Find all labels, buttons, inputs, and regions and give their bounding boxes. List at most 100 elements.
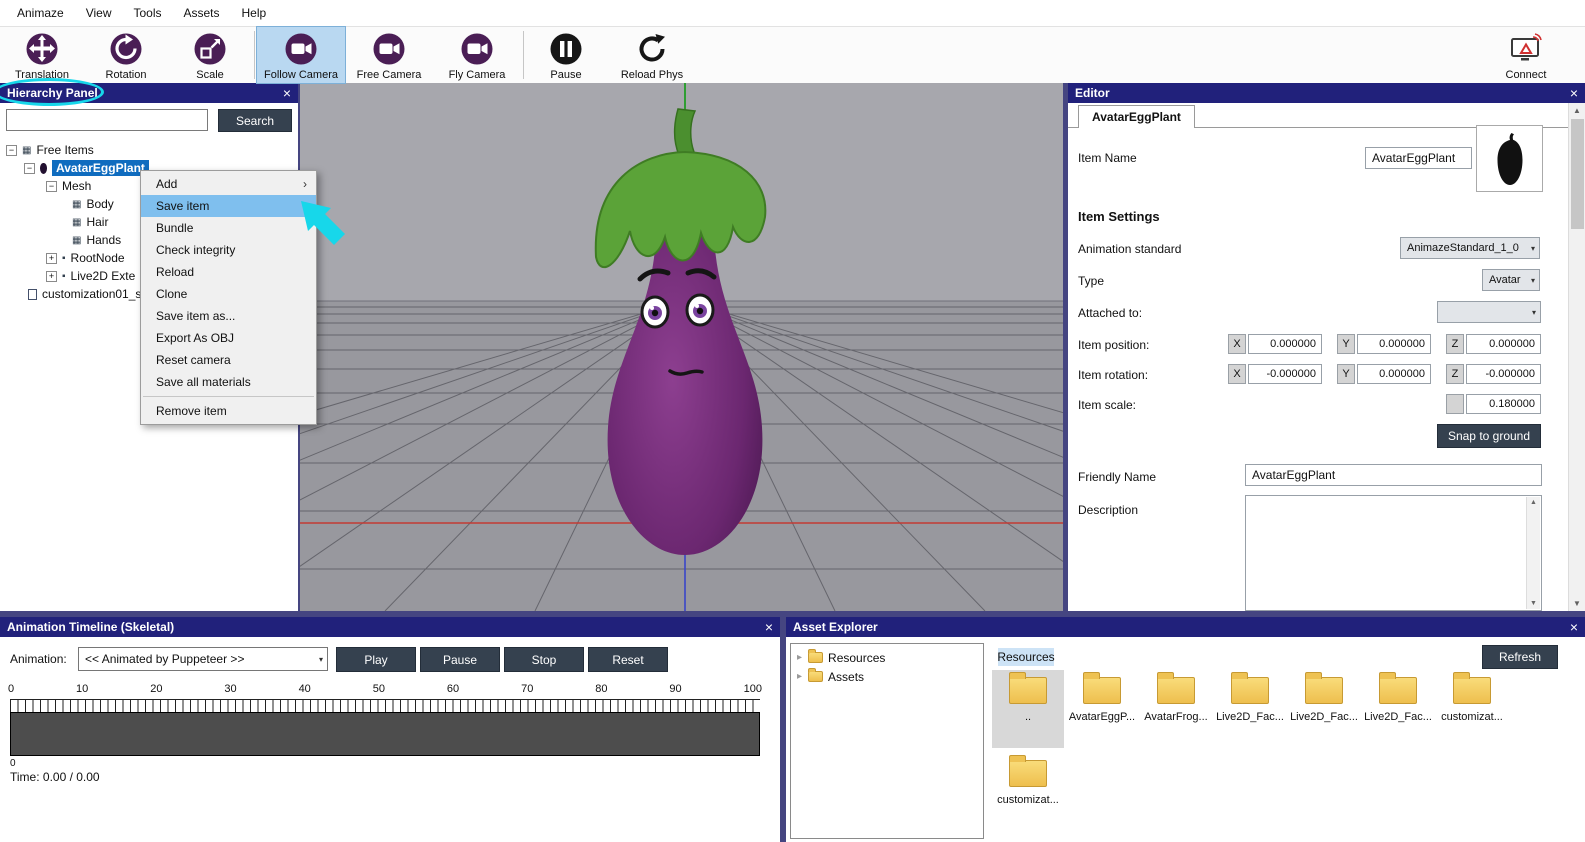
pause-tool[interactable]: Pause [526, 27, 606, 83]
position-z-field[interactable]: 0.000000 [1466, 334, 1541, 354]
collapse-icon[interactable]: − [46, 180, 57, 192]
close-icon[interactable]: × [1570, 86, 1578, 100]
animation-standard-label: Animation standard [1078, 242, 1182, 256]
asset-tree-item-resources[interactable]: ▸ Resources [791, 648, 983, 667]
context-menu-item-export-as-obj[interactable]: Export As OBJ [141, 327, 316, 349]
resources-breadcrumb[interactable]: Resources [997, 648, 1055, 666]
tool-label: Scale [196, 68, 224, 81]
tab-avatar-eggplant[interactable]: AvatarEggPlant [1078, 105, 1195, 128]
pause-button[interactable]: Pause [420, 647, 500, 672]
tree-item-label: Hair [86, 215, 109, 229]
rotation-y-field[interactable]: 0.000000 [1357, 364, 1431, 384]
tool-label: Pause [550, 68, 582, 81]
search-button[interactable]: Search [218, 109, 292, 132]
context-menu-separator [143, 396, 314, 397]
reload-phys-icon [634, 30, 670, 68]
context-menu-item-save-all-materials[interactable]: Save all materials [141, 371, 316, 393]
viewport-3d[interactable] [300, 83, 1063, 611]
rotation-z-field[interactable]: -0.000000 [1466, 364, 1541, 384]
expand-icon[interactable]: + [46, 252, 57, 264]
close-icon[interactable]: × [283, 86, 291, 100]
context-menu-item-save-item[interactable]: Save item [141, 195, 316, 217]
menu-assets[interactable]: Assets [173, 0, 231, 26]
description-field[interactable]: ▲ ▼ [1245, 495, 1542, 611]
menubar: Animaze View Tools Assets Help [0, 0, 1585, 27]
mesh-icon: ▦ [72, 216, 82, 228]
context-menu-item-remove-item[interactable]: Remove item [141, 400, 316, 422]
folder-item-customization-1[interactable]: customizat... [1436, 670, 1508, 748]
menu-animaze[interactable]: Animaze [6, 0, 75, 26]
expand-icon[interactable]: + [46, 270, 57, 282]
type-dropdown[interactable]: Avatar ▾ [1482, 269, 1540, 291]
attached-to-dropdown[interactable]: ▾ [1437, 301, 1541, 323]
collapse-icon[interactable]: − [24, 162, 35, 174]
refresh-button[interactable]: Refresh [1482, 645, 1558, 669]
context-menu-item-reload[interactable]: Reload [141, 261, 316, 283]
position-x-field[interactable]: 0.000000 [1248, 334, 1322, 354]
scroll-down-icon[interactable]: ▼ [1530, 600, 1537, 607]
context-menu-item-reset-camera[interactable]: Reset camera [141, 349, 316, 371]
close-icon[interactable]: × [765, 620, 773, 634]
context-menu-item-bundle[interactable]: Bundle [141, 217, 316, 239]
free-camera-tool[interactable]: Free Camera [345, 27, 433, 83]
collapse-icon[interactable]: − [6, 144, 17, 156]
reload-phys-tool[interactable]: Reload Phys [606, 27, 698, 83]
folder-item-avatarfrog[interactable]: AvatarFrog... [1140, 670, 1212, 748]
folder-label: Live2D_Fac... [1216, 711, 1284, 723]
folder-item-live2d-1[interactable]: Live2D_Fac... [1214, 670, 1286, 748]
scrollbar-thumb[interactable] [1571, 119, 1584, 229]
friendly-name-field[interactable]: AvatarEggPlant [1245, 464, 1542, 486]
fly-camera-tool[interactable]: Fly Camera [433, 27, 521, 83]
tree-item-free-items[interactable]: − ▦ Free Items [4, 141, 296, 159]
scroll-up-icon[interactable]: ▲ [1530, 499, 1537, 506]
position-y-field[interactable]: 0.000000 [1357, 334, 1431, 354]
rotation-x-field[interactable]: -0.000000 [1248, 364, 1322, 384]
asset-tree-item-assets[interactable]: ▸ Assets [791, 667, 983, 686]
folder-icon [1083, 672, 1121, 704]
animation-standard-dropdown[interactable]: AnimazeStandard_1_0 ▾ [1400, 237, 1540, 259]
snap-to-ground-button[interactable]: Snap to ground [1437, 424, 1541, 448]
scroll-down-icon[interactable]: ▼ [1573, 599, 1581, 608]
chevron-right-icon[interactable]: ▸ [797, 652, 802, 663]
reset-button[interactable]: Reset [588, 647, 668, 672]
animation-dropdown[interactable]: << Animated by Puppeteer >> ▾ [78, 647, 328, 671]
node-icon: ▪ [62, 252, 66, 264]
folder-icon [1009, 672, 1047, 704]
hierarchy-panel-title: Hierarchy Panel [7, 86, 98, 100]
rotation-tool[interactable]: Rotation [84, 27, 168, 83]
connect-tool[interactable]: Connect [1483, 27, 1569, 83]
tool-label: Rotation [105, 68, 147, 81]
folder-item-avatareggplant[interactable]: AvatarEggP... [1066, 670, 1138, 748]
menu-tools[interactable]: Tools [122, 0, 172, 26]
context-menu-item-add[interactable]: Add › [141, 173, 316, 195]
context-menu-item-save-item-as[interactable]: Save item as... [141, 305, 316, 327]
scale-field[interactable]: 0.180000 [1466, 394, 1541, 414]
scroll-up-icon[interactable]: ▲ [1573, 106, 1581, 115]
follow-camera-tool[interactable]: Follow Camera [256, 26, 346, 84]
description-scrollbar[interactable]: ▲ ▼ [1526, 497, 1540, 609]
menu-view[interactable]: View [75, 0, 123, 26]
axis-y-label: Y [1337, 364, 1355, 384]
scale-tool[interactable]: Scale [168, 27, 252, 83]
stop-button[interactable]: Stop [504, 647, 584, 672]
context-menu-item-clone[interactable]: Clone [141, 283, 316, 305]
item-name-field[interactable]: AvatarEggPlant [1365, 147, 1472, 169]
context-menu-label: Export As OBJ [156, 331, 235, 345]
folder-item-live2d-2[interactable]: Live2D_Fac... [1288, 670, 1360, 748]
chevron-right-icon[interactable]: ▸ [797, 671, 802, 682]
timeline-track[interactable] [10, 712, 760, 756]
context-menu-item-check-integrity[interactable]: Check integrity [141, 239, 316, 261]
eggplant-icon [40, 162, 47, 174]
folder-item-customization-2[interactable]: customizat... [992, 753, 1064, 831]
editor-panel-body: AvatarEggPlant Item Name AvatarEggPlant … [1068, 103, 1585, 611]
search-input[interactable] [6, 109, 208, 131]
folder-item-live2d-3[interactable]: Live2D_Fac... [1362, 670, 1434, 748]
editor-scrollbar[interactable]: ▲ ▼ [1568, 103, 1585, 611]
timeline-tick-ruler[interactable] [10, 699, 760, 712]
close-icon[interactable]: × [1570, 620, 1578, 634]
folder-item-up[interactable]: .. [992, 670, 1064, 748]
eggplant-avatar [594, 108, 767, 555]
play-button[interactable]: Play [336, 647, 416, 672]
menu-help[interactable]: Help [231, 0, 278, 26]
translation-tool[interactable]: Translation [0, 27, 84, 83]
